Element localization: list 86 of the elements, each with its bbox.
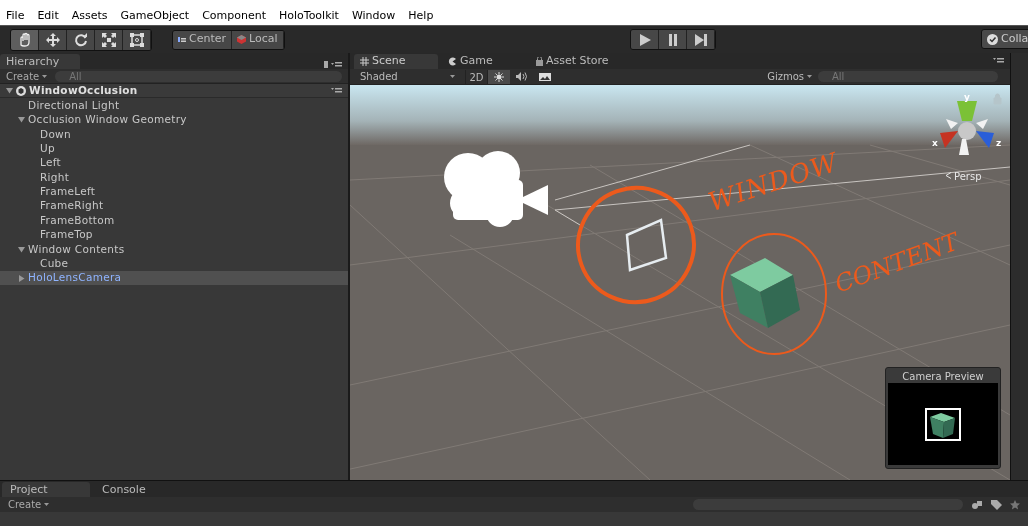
tool-button[interactable] <box>95 29 123 50</box>
menu-item[interactable]: Help <box>408 8 434 25</box>
projection-label[interactable]: Persp <box>954 169 982 184</box>
tree-item[interactable]: FrameRight <box>0 199 348 214</box>
tree-item[interactable]: FrameLeft <box>0 184 348 200</box>
scene-view-tab[interactable]: Scene <box>354 54 438 69</box>
grid-icon <box>360 57 369 66</box>
scale-icon <box>100 31 117 48</box>
tree-item[interactable]: FrameTop <box>0 227 348 243</box>
menu-item[interactable]: Edit <box>37 8 59 25</box>
tool-button[interactable] <box>39 29 67 50</box>
caret-icon <box>450 75 455 78</box>
rect-tool-icon <box>128 31 145 48</box>
menu-item[interactable]: HoloToolkit <box>279 8 339 25</box>
play-button[interactable] <box>631 30 659 49</box>
gizmos-dropdown[interactable]: Gizmos <box>761 69 818 84</box>
cube-drawing <box>730 258 800 328</box>
pause-button[interactable] <box>659 30 687 49</box>
tree-item[interactable]: HoloLensCamera <box>0 271 348 286</box>
tree-item[interactable]: Occlusion Window Geometry <box>0 112 348 128</box>
caret-icon <box>42 74 48 78</box>
menu-item[interactable]: Assets <box>71 8 108 25</box>
expand-arrow-icon[interactable] <box>18 116 25 124</box>
play-icon <box>637 32 652 47</box>
cube-icon <box>237 35 247 44</box>
collab-button[interactable]: Colla <box>981 29 1028 49</box>
orientation-gizmo-drawing <box>940 101 994 155</box>
hierarchy-tab[interactable]: Hierarchy <box>0 54 80 69</box>
tree-item[interactable]: Directional Light <box>0 98 348 113</box>
axis-label: y <box>964 91 970 104</box>
expand-arrow-icon[interactable] <box>18 246 25 253</box>
tag-icon[interactable] <box>991 499 1002 510</box>
tree-item[interactable]: FrameBottom <box>0 213 348 228</box>
image-icon <box>539 72 551 81</box>
axis-label: z <box>996 137 1002 150</box>
bottom-panel-tab[interactable]: Console <box>94 482 182 497</box>
rotate-icon <box>72 31 89 48</box>
tree-item[interactable]: Right <box>0 170 348 185</box>
tree-item[interactable]: Window Contents <box>0 242 348 257</box>
filter-icon[interactable] <box>971 499 983 510</box>
caret-icon <box>44 503 50 506</box>
star-icon[interactable] <box>1010 499 1020 510</box>
tree-item[interactable]: Left <box>0 155 348 171</box>
scene-view-tab[interactable]: Asset Store <box>530 54 615 69</box>
pivot-toggle[interactable]: Local <box>232 30 284 49</box>
search-field[interactable]: All <box>55 70 342 82</box>
caret-icon <box>807 75 812 78</box>
tree-item[interactable]: Down <box>0 127 348 142</box>
menu-item[interactable]: Component <box>202 8 266 25</box>
tree-item[interactable]: Up <box>0 141 348 156</box>
tool-button[interactable] <box>11 29 39 50</box>
tool-button[interactable] <box>123 29 151 50</box>
create-dropdown[interactable]: Create <box>8 497 68 512</box>
menu-item[interactable]: Window <box>351 8 396 25</box>
menu-item[interactable]: GameObject <box>120 8 190 25</box>
window-frame-drawing <box>625 218 668 272</box>
move-icon <box>44 31 61 48</box>
pivot-icon <box>178 36 186 43</box>
panel-menu-icon[interactable] <box>993 57 1004 64</box>
menu-item[interactable]: File <box>6 8 25 25</box>
step-button[interactable] <box>687 30 715 49</box>
expand-arrow-icon[interactable] <box>18 274 25 282</box>
tree-item[interactable]: Cube <box>0 256 348 272</box>
pivot-toggle[interactable]: Center <box>173 30 233 49</box>
tree-item[interactable]: WindowOcclusion <box>0 84 348 99</box>
checkmark-icon <box>987 33 998 45</box>
step-icon <box>693 32 708 47</box>
tool-button[interactable] <box>67 29 95 50</box>
cube-drawing <box>925 407 961 441</box>
panel-menu-icon[interactable] <box>324 60 342 69</box>
pacman-icon <box>448 57 457 66</box>
lighting-toggle[interactable] <box>488 69 510 84</box>
sun-icon <box>494 71 504 82</box>
bottom-panel-tab[interactable]: Project <box>2 482 90 497</box>
shading-dropdown[interactable]: Shaded <box>350 69 466 84</box>
lock-icon <box>993 93 1002 105</box>
bag-icon <box>536 57 543 66</box>
create-dropdown[interactable]: Create <box>6 68 48 84</box>
camera-icon <box>444 151 548 227</box>
context-menu-icon[interactable] <box>331 87 342 95</box>
axis-label: x <box>932 137 938 150</box>
expand-arrow-icon[interactable] <box>6 87 13 95</box>
speaker-icon <box>515 72 527 81</box>
panel-title: Camera Preview <box>902 370 984 383</box>
scene-view-tab[interactable]: Game <box>442 54 526 69</box>
search-field[interactable]: All <box>818 71 998 82</box>
